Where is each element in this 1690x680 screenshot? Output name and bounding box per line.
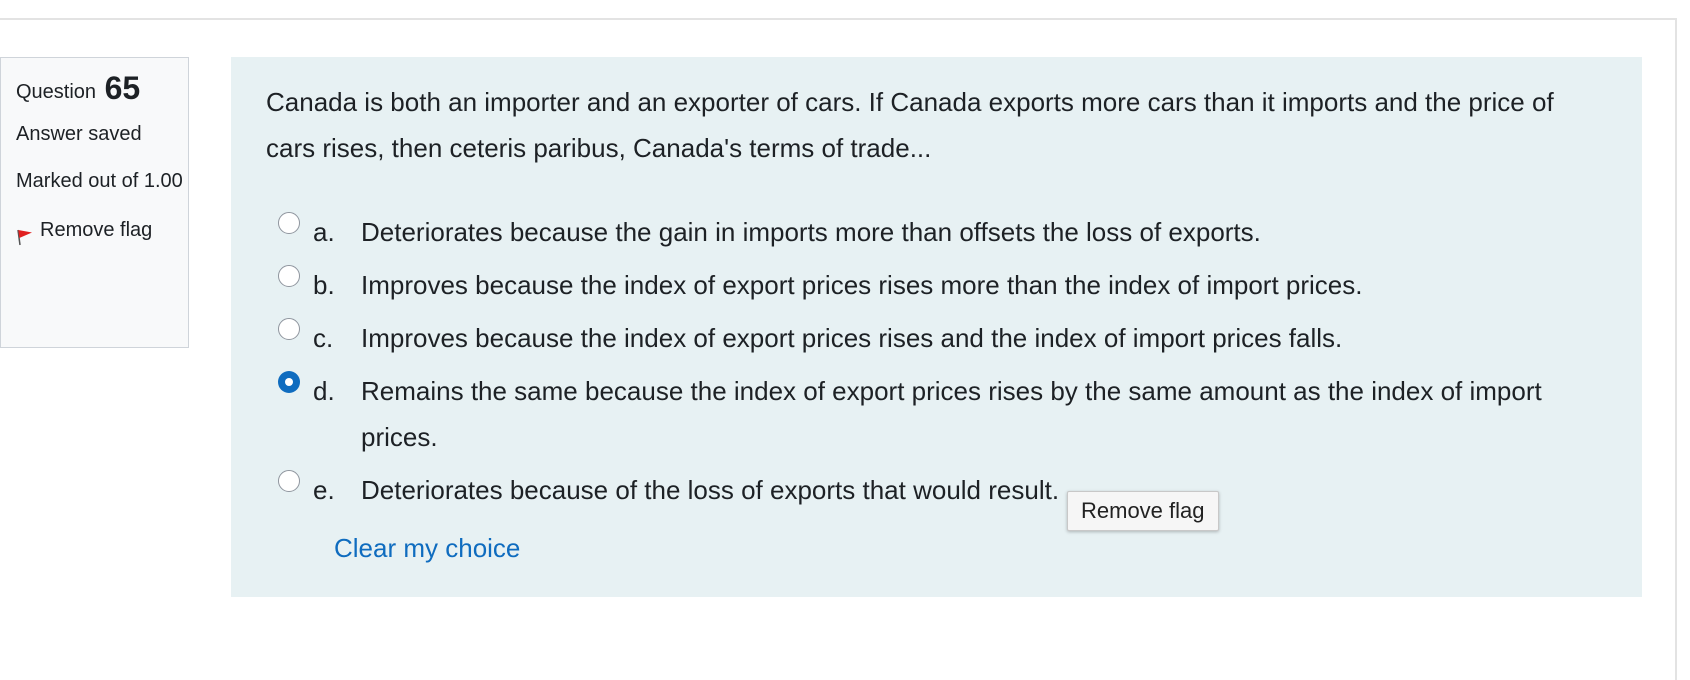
question-text: Canada is both an importer and an export… [266, 87, 1554, 163]
option-letter: e. [313, 475, 335, 505]
radio-c[interactable] [278, 318, 300, 340]
answer-options: a. Deteriorates because the gain in impo… [266, 209, 1607, 568]
question-number-value: 65 [104, 70, 141, 106]
grade-info: Marked out of 1.00 [16, 170, 183, 192]
option-text: Improves because the index of export pri… [361, 270, 1363, 300]
answer-option-d[interactable]: d. Remains the same because the index of… [266, 368, 1607, 460]
option-letter: c. [313, 323, 334, 353]
option-text: Improves because the index of export pri… [361, 323, 1343, 353]
radio-d[interactable] [278, 371, 300, 393]
question-label: Question [16, 81, 97, 103]
clear-choice-link[interactable]: Clear my choice [334, 528, 520, 568]
option-letter: d. [313, 376, 335, 406]
answer-state: Answer saved [16, 123, 142, 145]
remove-flag-label: Remove flag [40, 219, 153, 241]
radio-b[interactable] [278, 265, 300, 287]
radio-a[interactable] [278, 212, 300, 234]
answer-option-e[interactable]: e. Deteriorates because of the loss of e… [266, 467, 1607, 513]
option-text: Deteriorates because of the loss of expo… [361, 475, 1060, 505]
option-text: Remains the same because the index of ex… [361, 376, 1542, 452]
flag-icon [17, 229, 32, 246]
remove-flag-tooltip: Remove flag [1067, 491, 1219, 531]
answer-option-b[interactable]: b. Improves because the index of export … [266, 262, 1607, 308]
question-info-panel: Question 65 Answer saved Marked out of 1… [0, 57, 189, 348]
answer-option-a[interactable]: a. Deteriorates because the gain in impo… [266, 209, 1607, 255]
option-letter: b. [313, 270, 335, 300]
question-number: Question 65 [16, 72, 188, 108]
radio-e[interactable] [278, 470, 300, 492]
right-divider [1675, 18, 1677, 680]
option-letter: a. [313, 217, 335, 247]
remove-flag-button[interactable]: Remove flag [16, 218, 188, 246]
top-divider [0, 18, 1676, 20]
answer-option-c[interactable]: c. Improves because the index of export … [266, 315, 1607, 361]
option-text: Deteriorates because the gain in imports… [361, 217, 1261, 247]
question-content-panel: Canada is both an importer and an export… [231, 57, 1642, 597]
